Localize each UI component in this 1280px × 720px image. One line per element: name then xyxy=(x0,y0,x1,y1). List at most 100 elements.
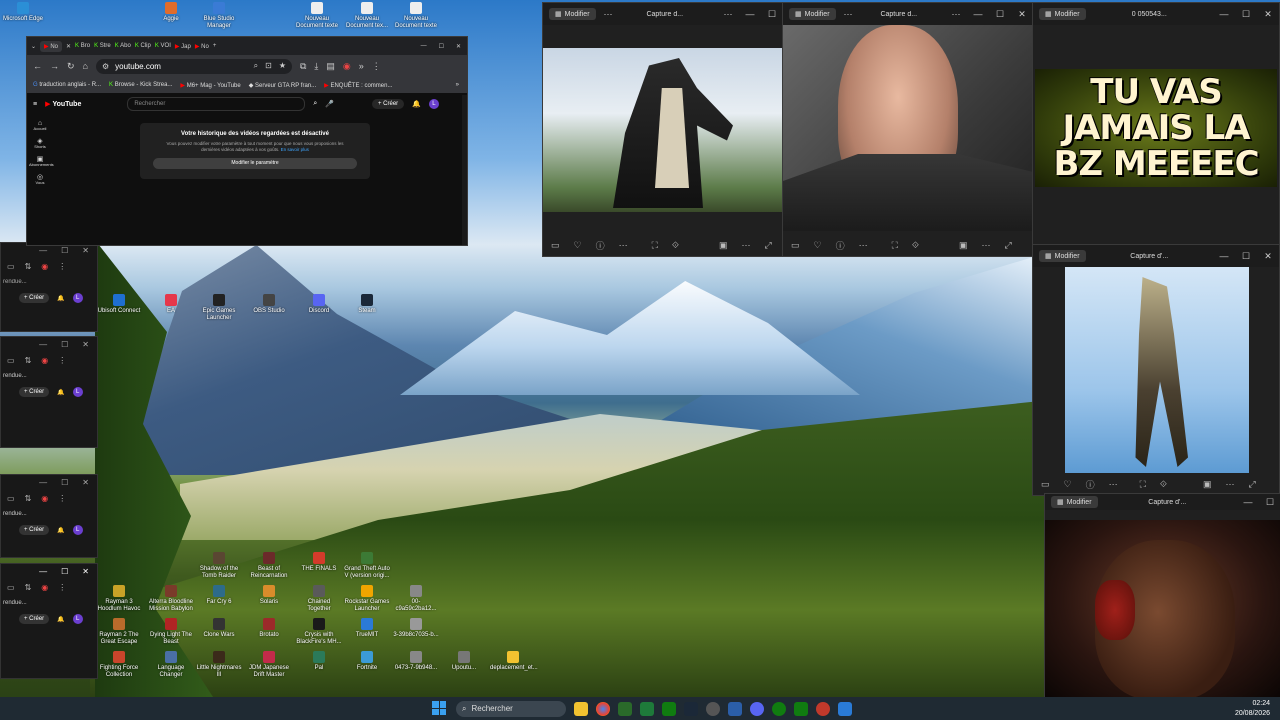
photos-icon[interactable] xyxy=(838,701,852,716)
search-icon[interactable]: ⌕ xyxy=(313,100,317,108)
close-icon[interactable]: ✕ xyxy=(82,478,89,487)
sidebar-item-shorts[interactable]: ◈ Shorts xyxy=(29,138,51,149)
slideshow-icon[interactable]: ▣ xyxy=(719,240,728,251)
desktop-icon[interactable]: Nouveau Document texte xyxy=(294,2,340,30)
avatar[interactable]: L xyxy=(428,99,439,109)
bookmark-star-icon[interactable]: ★ xyxy=(279,61,286,71)
minimize-icon[interactable]: — xyxy=(1237,497,1259,507)
minimize-icon[interactable]: — xyxy=(1213,9,1235,19)
desktop-icon[interactable]: Rockstar Games Launcher xyxy=(344,585,390,613)
menu-icon[interactable]: ⋮ xyxy=(58,494,66,503)
maximize-icon[interactable]: ☐ xyxy=(61,567,68,576)
photos-window[interactable]: ▦ Modifier 0 050543... — ☐ ✕ TU VAS JAMAI… xyxy=(1032,2,1280,248)
photos-window[interactable]: ▦ Modifier Capture d'... — ☐ xyxy=(1044,493,1280,699)
bookmark[interactable]: ▶ ENQUÊTE : commen... xyxy=(324,82,392,89)
desktop-icon[interactable]: Language Changer xyxy=(148,651,194,679)
maximize-icon[interactable]: ☐ xyxy=(1235,9,1257,20)
desktop-icon[interactable]: Brotato xyxy=(246,618,292,639)
close-icon[interactable]: ✕ xyxy=(82,567,89,576)
tab-close-icon[interactable]: ✕ xyxy=(66,43,71,50)
desktop-icon[interactable]: deplacement_et... xyxy=(490,651,538,672)
chrome-icon[interactable] xyxy=(596,701,610,716)
crop-icon[interactable]: ⛶ xyxy=(1140,479,1146,490)
desktop-icon[interactable]: Epic Games Launcher xyxy=(196,294,242,322)
tab[interactable]: K VOI xyxy=(155,43,171,49)
desktop-icon[interactable]: Shadow of the Tomb Raider xyxy=(196,552,242,580)
install-icon[interactable]: ⊡ xyxy=(265,61,272,71)
photos-window[interactable]: ▦ Modifier ⋯ Capture d... ⋯ — ☐ ✕ ▭ ♡ ⓘ ⋯ ⛶ ⟐ ▣… xyxy=(782,2,1034,257)
minimize-icon[interactable]: — xyxy=(39,246,47,255)
tab-icon[interactable]: ▭ xyxy=(7,356,15,365)
forward-icon[interactable]: → xyxy=(50,61,59,71)
tab-icon[interactable]: ▭ xyxy=(7,583,15,592)
desktop-icon[interactable]: Beast of Reincarnation xyxy=(246,552,292,580)
tab[interactable]: K Abo xyxy=(115,43,131,49)
photos-window[interactable]: ▦ Modifier Capture d'... — ☐ ✕ ▭ ♡ ⓘ ⋯ ⛶ ⟐ ▣ ⋯ ⤢ xyxy=(1032,244,1280,496)
site-info-icon[interactable]: ⚙ xyxy=(102,62,109,71)
bookmark[interactable]: K Browse - Kick Strea... xyxy=(109,82,172,88)
desktop-icon[interactable]: Pal xyxy=(296,651,342,672)
info-icon[interactable]: ⓘ xyxy=(1086,478,1095,491)
profile-icon[interactable]: ◉ xyxy=(343,61,351,72)
scrollbar[interactable] xyxy=(462,95,467,245)
avatar[interactable]: L xyxy=(72,525,83,535)
back-icon[interactable]: ← xyxy=(33,61,42,71)
xbox-app-icon[interactable] xyxy=(794,701,808,716)
more-icon[interactable]: ⋯ xyxy=(717,9,739,20)
favorite-icon[interactable]: ♡ xyxy=(1064,479,1072,490)
desktop-icon[interactable]: Fighting Force Collection xyxy=(96,651,142,679)
expand-icon[interactable]: ⤢ xyxy=(1005,240,1012,251)
desktop-icon[interactable]: Far Cry 6 xyxy=(196,585,242,606)
start-button[interactable] xyxy=(432,701,446,715)
avatar[interactable]: L xyxy=(72,614,83,624)
create-button[interactable]: + Créer xyxy=(19,293,50,303)
discord-icon[interactable] xyxy=(750,701,764,716)
avatar[interactable]: L xyxy=(72,293,83,303)
xbox-icon[interactable] xyxy=(640,701,654,716)
extension-icon[interactable]: ▤ xyxy=(326,61,335,72)
xbox-icon[interactable] xyxy=(772,701,786,716)
desktop-icon[interactable]: Fortnite xyxy=(344,651,390,672)
bell-icon[interactable]: 🔔 xyxy=(57,389,64,396)
tab-menu-icon[interactable]: ⌄ xyxy=(31,43,36,50)
minimize-icon[interactable]: — xyxy=(967,9,989,19)
tab[interactable]: ▶ No xyxy=(40,40,62,52)
cast-icon[interactable]: ⇅ xyxy=(25,494,32,503)
cast-icon[interactable]: ⇅ xyxy=(25,356,32,365)
minimize-icon[interactable]: — xyxy=(421,43,427,50)
desktop-icon[interactable]: Steam xyxy=(344,294,390,315)
edit-button[interactable]: ▦ Modifier xyxy=(1051,496,1098,508)
minimize-icon[interactable]: — xyxy=(39,478,47,487)
filmstrip-icon[interactable]: ▭ xyxy=(551,240,560,251)
edit-button[interactable]: ▦ Modifier xyxy=(1039,250,1086,262)
create-button[interactable]: + Créer xyxy=(19,614,50,624)
search-icon[interactable]: ⌕ xyxy=(254,61,258,71)
minimize-icon[interactable]: — xyxy=(39,340,47,349)
desktop-icon[interactable]: Nouveau Document texte xyxy=(393,2,439,30)
expand-icon[interactable]: ⤢ xyxy=(765,240,772,251)
create-button[interactable]: + Créer xyxy=(19,525,50,535)
filmstrip-icon[interactable]: ▭ xyxy=(1041,479,1050,490)
bookmark[interactable]: ◆ Serveur GTA RP fran... xyxy=(249,82,316,89)
browser-window[interactable]: ⌄ ▶ No ✕ K Bro K Stre K Abo K Clip K VOI… xyxy=(26,36,468,246)
close-icon[interactable]: ✕ xyxy=(1257,9,1279,20)
crop-icon[interactable]: ⛶ xyxy=(892,240,898,251)
menu-icon[interactable]: ⋮ xyxy=(58,262,66,271)
maximize-icon[interactable]: ☐ xyxy=(761,9,783,20)
desktop-icon[interactable]: 00-c9a59c2ba12... xyxy=(393,585,439,613)
app-icon[interactable] xyxy=(816,701,830,716)
desktop-icon[interactable]: 0473-7-9b948... xyxy=(393,651,439,672)
menu-icon[interactable]: ⋮ xyxy=(58,356,66,365)
menu-icon[interactable]: ⋮ xyxy=(58,583,66,592)
file-explorer-icon[interactable] xyxy=(574,701,588,716)
tab[interactable]: K Clip xyxy=(135,43,151,49)
maximize-icon[interactable]: ☐ xyxy=(989,9,1011,20)
close-icon[interactable]: ✕ xyxy=(1011,9,1033,20)
more-icon[interactable]: ⋯ xyxy=(982,240,991,251)
desktop-icon[interactable]: Blue Studio Manager xyxy=(196,2,242,30)
app-icon[interactable] xyxy=(728,701,742,716)
desktop-icon[interactable]: EA xyxy=(148,294,194,315)
more-icon[interactable]: ⋯ xyxy=(1109,479,1118,490)
avatar[interactable]: L xyxy=(72,387,83,397)
tab-icon[interactable]: ▭ xyxy=(7,494,15,503)
